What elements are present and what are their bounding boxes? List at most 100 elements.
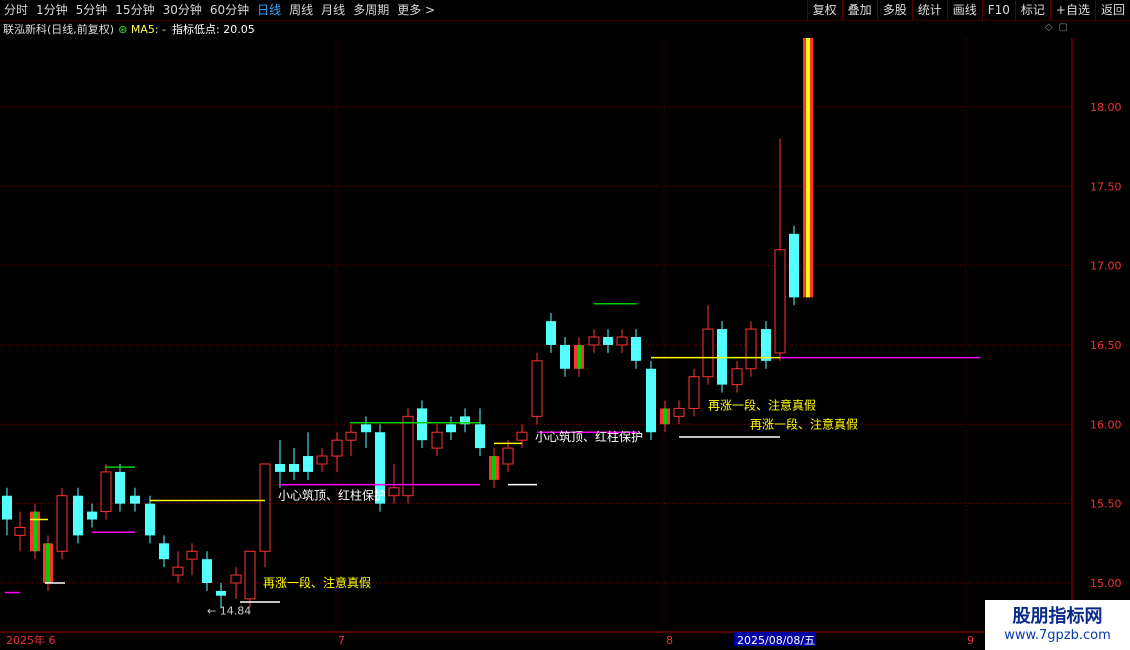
candle-up	[616, 336, 628, 346]
candle-up	[673, 407, 685, 417]
diamond-icon[interactable]: ◇	[1045, 22, 1053, 33]
candle-down	[275, 463, 285, 472]
candle-down	[202, 559, 212, 583]
tab-1min[interactable]: 1分钟	[32, 0, 72, 20]
warning-rise-label: 再涨一段、注意真假	[263, 575, 371, 590]
candle-down	[646, 368, 656, 433]
ma-indicator[interactable]: ⊛ MA5: -	[118, 23, 166, 36]
candle-up	[345, 431, 357, 441]
candle-signal-band	[33, 511, 37, 552]
price-tick-label: 17.50	[1090, 180, 1122, 193]
candle-down	[216, 590, 226, 596]
low-price-label: ← 14.84	[207, 604, 251, 617]
candle-up	[731, 368, 743, 386]
tab-weekly[interactable]: 周线	[285, 0, 317, 20]
add-favorite-button[interactable]: +自选	[1049, 0, 1095, 20]
tab-30min[interactable]: 30分钟	[159, 0, 206, 20]
watermark-url: www.7gpzb.com	[1004, 628, 1111, 643]
watermark-logo: 股朋指标网 www.7gpzb.com	[985, 600, 1130, 650]
candle-down	[159, 543, 169, 560]
toolbar-actions: 复权 叠加 多股 统计 画线 F10 标记 +自选 返回	[806, 0, 1130, 20]
price-tick-label: 15.00	[1090, 577, 1122, 590]
candle-up	[588, 336, 600, 346]
candle-signal-band	[806, 38, 810, 298]
candle-down	[446, 424, 456, 433]
settings-icon[interactable]: ⊛	[118, 23, 127, 36]
candle-down	[789, 233, 799, 298]
candle-up	[688, 376, 700, 409]
multi-stock-button[interactable]: 多股	[876, 0, 912, 20]
draw-line-button[interactable]: 画线	[946, 0, 982, 20]
tab-more-label: 更多	[397, 3, 422, 17]
candle-up	[702, 328, 714, 378]
candle-down	[289, 463, 299, 472]
candle-down	[361, 424, 371, 433]
candle-up	[186, 550, 198, 560]
candle-signal-band	[577, 344, 581, 369]
date-tick-label: 2025/08/08/五	[737, 634, 815, 647]
candle-down	[73, 495, 83, 536]
candle-down	[546, 321, 556, 345]
warning-top-label: 小心筑顶、红柱保护	[535, 429, 643, 444]
tab-monthly[interactable]: 月线	[317, 0, 349, 20]
candle-down	[603, 337, 613, 345]
candle-down	[717, 329, 727, 385]
date-tick-label: 7	[338, 634, 345, 647]
tab-15min[interactable]: 15分钟	[111, 0, 158, 20]
timeframe-tabs: 分时 1分钟 5分钟 15分钟 30分钟 60分钟 日线 周线 月线 多周期 更…	[0, 0, 439, 20]
candle-up	[388, 487, 400, 497]
tab-multi-period[interactable]: 多周期	[349, 0, 393, 20]
tab-intraday[interactable]: 分时	[0, 0, 32, 20]
candle-signal-band	[663, 408, 667, 425]
adjust-button[interactable]: 复权	[806, 0, 842, 20]
kline-chart[interactable]: 15.0015.5016.0016.5017.0017.5018.0018.50…	[0, 38, 1130, 650]
candle-down	[631, 337, 641, 361]
indicator-infobar: 联泓新科(日线,前复权) ⊛ MA5: - 指标低点: 20.05	[0, 21, 255, 37]
mark-button[interactable]: 标记	[1014, 0, 1050, 20]
candle-up	[14, 526, 26, 536]
watermark-title: 股朋指标网	[1012, 606, 1103, 627]
candle-up	[331, 439, 343, 457]
candle-up	[244, 550, 256, 600]
price-tick-label: 16.00	[1090, 418, 1122, 431]
overlay-button[interactable]: 叠加	[841, 0, 877, 20]
warning-top-label: 小心筑顶、红柱保护	[278, 488, 386, 503]
tab-more[interactable]: 更多 >	[393, 0, 439, 20]
tab-60min[interactable]: 60分钟	[206, 0, 253, 20]
candle-signal-band	[492, 456, 496, 480]
candle-up	[745, 328, 757, 370]
candle-down	[145, 503, 155, 536]
candle-down	[2, 495, 12, 520]
f10-button[interactable]: F10	[981, 0, 1015, 20]
statistics-button[interactable]: 统计	[911, 0, 947, 20]
warning-rise-label: 再涨一段、注意真假	[708, 397, 816, 412]
candle-up	[230, 574, 242, 584]
panel-icons: ◇ ▢	[1045, 22, 1068, 33]
date-tick-label: 8	[666, 634, 673, 647]
candle-down	[130, 495, 140, 504]
candle-down	[87, 511, 97, 520]
back-button[interactable]: 返回	[1094, 0, 1130, 20]
window-icon[interactable]: ▢	[1059, 22, 1068, 33]
ma-label: MA5: -	[130, 22, 166, 36]
tab-daily[interactable]: 日线	[253, 0, 285, 20]
price-tick-label: 16.50	[1090, 339, 1122, 352]
indicator-low-label: 指标低点: 20.05	[172, 23, 255, 36]
warning-rise-label: 再涨一段、注意真假	[750, 416, 858, 431]
price-tick-label: 15.50	[1090, 498, 1122, 511]
candle-down	[417, 408, 427, 441]
price-tick-label: 18.00	[1090, 101, 1122, 114]
date-tick-label: 9	[967, 634, 974, 647]
candle-down	[303, 456, 313, 472]
period-toolbar: 分时 1分钟 5分钟 15分钟 30分钟 60分钟 日线 周线 月线 多周期 更…	[0, 0, 1130, 21]
stock-title[interactable]: 联泓新科(日线,前复权)	[3, 21, 114, 37]
candle-down	[115, 471, 125, 504]
candle-up	[531, 360, 543, 417]
candle-up	[172, 566, 184, 576]
price-tick-label: 17.00	[1090, 260, 1122, 273]
candle-up	[316, 455, 328, 465]
candle-up	[516, 431, 528, 441]
candle-down	[761, 329, 771, 361]
candle-up	[431, 431, 443, 449]
tab-5min[interactable]: 5分钟	[72, 0, 112, 20]
